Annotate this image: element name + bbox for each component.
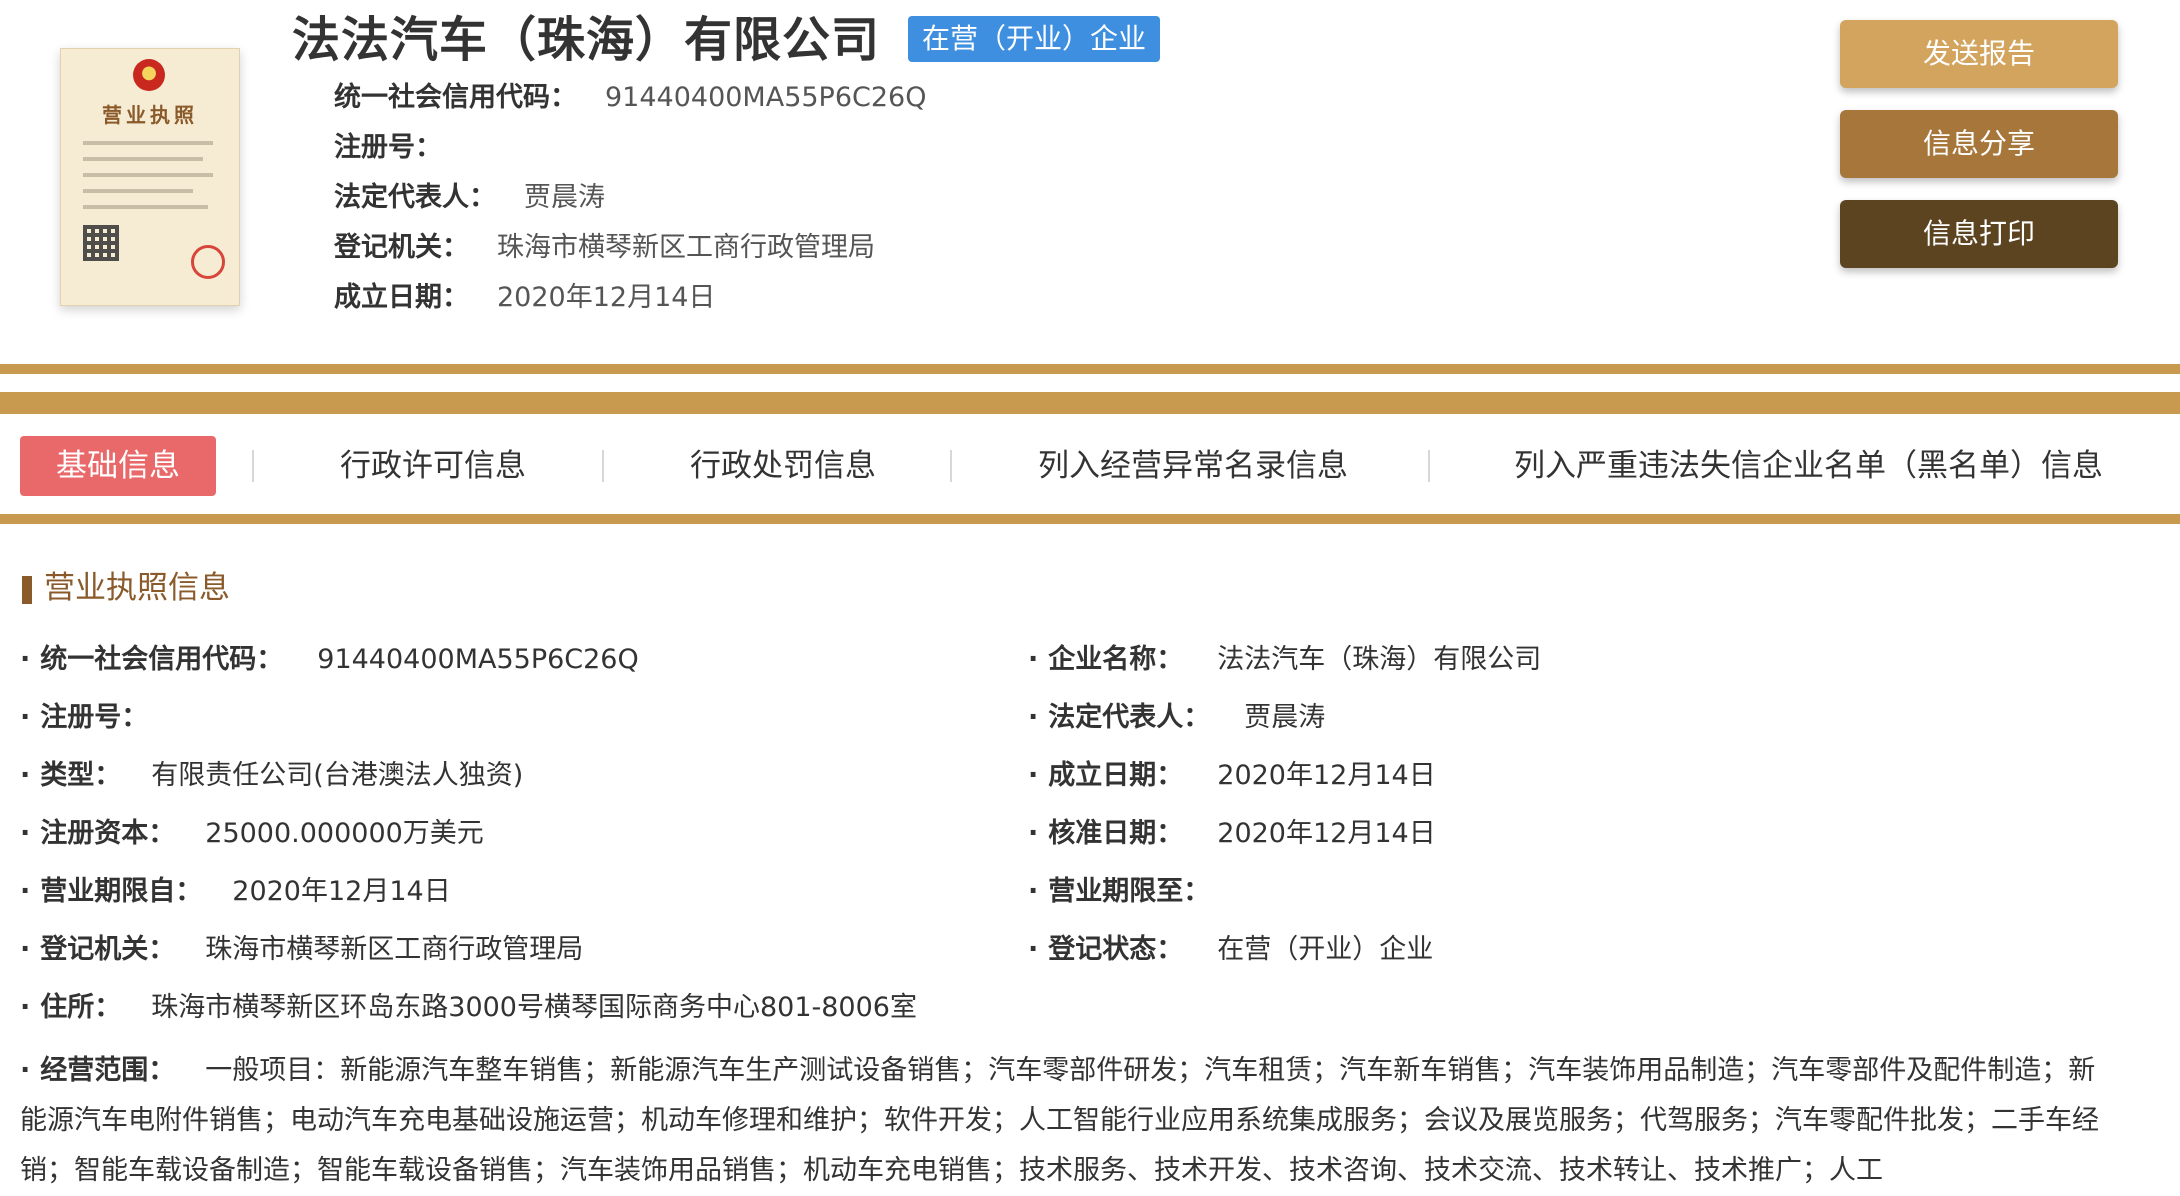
tab-separator — [602, 450, 604, 482]
header-info-list: 统一社会信用代码： 91440400MA55P6C26Q 注册号： 法定代表人：贾… — [334, 76, 926, 326]
business-license-thumbnail[interactable]: 营业执照 — [60, 48, 240, 306]
header-credit-code: 统一社会信用代码： 91440400MA55P6C26Q — [334, 82, 927, 113]
license-text-line — [83, 141, 213, 145]
license-text-line — [83, 157, 203, 161]
tab-admin-license[interactable]: 行政许可信息 — [340, 436, 526, 496]
field-legal-rep: · 法定代表人： 贾晨涛 — [1028, 702, 1326, 733]
field-term-start: · 营业期限自： 2020年12月14日 — [20, 876, 451, 907]
field-company-name: · 企业名称： 法法汽车（珠海）有限公司 — [1028, 644, 1542, 675]
field-term-end: · 营业期限至： — [1028, 876, 1211, 907]
field-credit-code: · 统一社会信用代码： 91440400MA55P6C26Q — [20, 644, 639, 675]
license-text-line — [83, 205, 208, 209]
official-seal-icon — [191, 245, 225, 279]
share-info-button[interactable]: 信息分享 — [1840, 110, 2118, 178]
field-established-date: · 成立日期： 2020年12月14日 — [1028, 760, 1436, 791]
field-registration-status: · 登记状态： 在营（开业）企业 — [1028, 934, 1434, 965]
section-marker — [22, 576, 32, 604]
field-address: · 住所： 珠海市横琴新区环岛东路3000号横琴国际商务中心801-8006室 — [20, 992, 917, 1023]
license-text-line — [83, 189, 193, 193]
header-reg-number: 注册号： — [334, 132, 442, 163]
header-legal-rep: 法定代表人： 贾晨涛 — [334, 182, 605, 213]
field-approval-date: · 核准日期： 2020年12月14日 — [1028, 818, 1436, 849]
tab-separator — [950, 450, 952, 482]
license-text-line — [83, 173, 213, 177]
field-reg-number: · 注册号： — [20, 702, 149, 733]
divider-band — [0, 364, 2180, 374]
header-established-date: 成立日期： 2020年12月14日 — [334, 282, 716, 313]
company-name-title: 法法汽车（珠海）有限公司 — [292, 12, 881, 68]
tab-blacklist[interactable]: 列入严重违法失信企业名单（黑名单）信息 — [1514, 436, 2103, 496]
tab-separator — [252, 450, 254, 482]
field-registered-capital: · 注册资本： 25000.000000万美元 — [20, 818, 484, 849]
tab-separator — [1428, 450, 1430, 482]
print-info-button[interactable]: 信息打印 — [1840, 200, 2118, 268]
tab-basic-info[interactable]: 基础信息 — [20, 436, 216, 496]
divider-band — [0, 392, 2180, 414]
status-badge: 在营（开业）企业 — [908, 16, 1161, 62]
tab-admin-penalty[interactable]: 行政处罚信息 — [690, 436, 876, 496]
field-company-type: · 类型： 有限责任公司(台港澳法人独资) — [20, 760, 524, 791]
section-title: 营业执照信息 — [44, 570, 230, 606]
divider-band — [0, 514, 2180, 524]
tab-abnormal-operations[interactable]: 列入经营异常名录信息 — [1038, 436, 1348, 496]
header-registration-authority: 登记机关： 珠海市横琴新区工商行政管理局 — [334, 232, 875, 263]
field-business-scope: · 经营范围： 一般项目：新能源汽车整车销售；新能源汽车生产测试设备销售；汽车零部件… — [20, 1055, 2099, 1186]
qr-code-icon — [83, 225, 119, 261]
field-registration-authority: · 登记机关： 珠海市横琴新区工商行政管理局 — [20, 934, 584, 965]
license-thumbnail-title: 营业执照 — [102, 103, 198, 127]
national-emblem-icon — [133, 59, 165, 91]
send-report-button[interactable]: 发送报告 — [1840, 20, 2118, 88]
